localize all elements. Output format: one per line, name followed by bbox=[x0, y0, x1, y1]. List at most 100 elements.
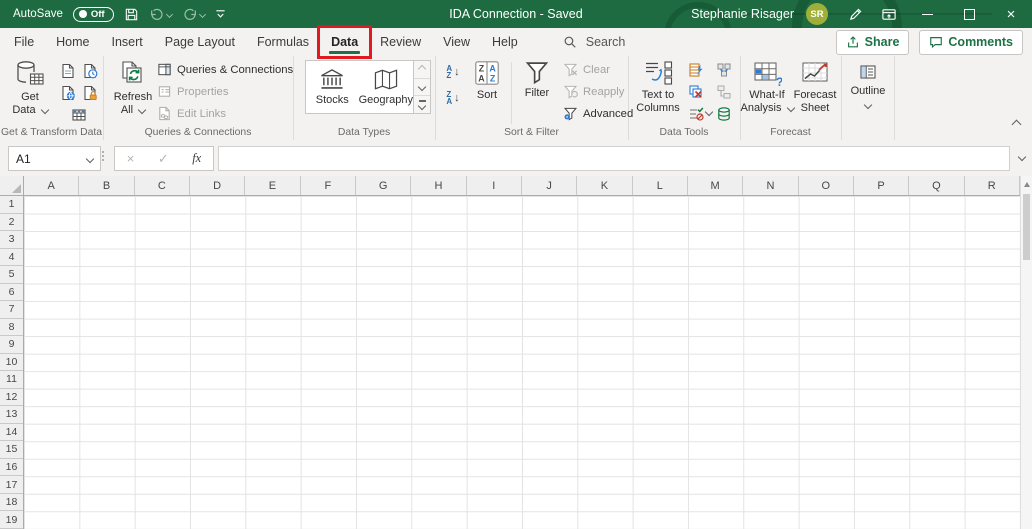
row-header-3[interactable]: 3 bbox=[0, 231, 23, 249]
row-header-5[interactable]: 5 bbox=[0, 266, 23, 284]
row-header-18[interactable]: 18 bbox=[0, 494, 23, 512]
column-header-D[interactable]: D bbox=[190, 176, 246, 195]
flash-fill-button[interactable] bbox=[686, 60, 706, 80]
name-box[interactable]: A1 bbox=[8, 146, 101, 171]
edit-links-button[interactable]: Edit Links bbox=[157, 106, 226, 121]
clear-filter-button[interactable]: Clear bbox=[563, 62, 610, 77]
row-header-16[interactable]: 16 bbox=[0, 459, 23, 477]
vertical-scrollbar[interactable] bbox=[1020, 176, 1032, 529]
get-data-button[interactable]: Get Data bbox=[6, 59, 54, 117]
properties-button[interactable]: Properties bbox=[157, 84, 229, 99]
consolidate-button[interactable] bbox=[714, 60, 734, 80]
column-header-R[interactable]: R bbox=[965, 176, 1020, 195]
row-header-13[interactable]: 13 bbox=[0, 406, 23, 424]
advanced-filter-button[interactable]: Advanced bbox=[563, 106, 633, 121]
search-box[interactable]: Search bbox=[563, 35, 625, 49]
cancel-button[interactable]: × bbox=[127, 151, 135, 166]
formula-bar-resizer[interactable] bbox=[102, 151, 104, 161]
row-header-8[interactable]: 8 bbox=[0, 319, 23, 337]
column-header-N[interactable]: N bbox=[743, 176, 799, 195]
collapse-ribbon-button[interactable] bbox=[1011, 115, 1022, 133]
column-header-C[interactable]: C bbox=[135, 176, 190, 195]
what-if-analysis-button[interactable]: ? What-If Analysis bbox=[740, 59, 795, 115]
user-name[interactable]: Stephanie Risager bbox=[691, 7, 794, 21]
column-header-A[interactable]: A bbox=[24, 176, 80, 195]
column-header-M[interactable]: M bbox=[688, 176, 744, 195]
row-header-11[interactable]: 11 bbox=[0, 371, 23, 389]
column-header-L[interactable]: L bbox=[633, 176, 688, 195]
tab-view[interactable]: View bbox=[432, 28, 481, 56]
scrollbar-thumb[interactable] bbox=[1023, 194, 1030, 260]
column-header-I[interactable]: I bbox=[467, 176, 522, 195]
cells-area[interactable] bbox=[24, 196, 1020, 529]
column-header-B[interactable]: B bbox=[79, 176, 135, 195]
tab-home[interactable]: Home bbox=[45, 28, 100, 56]
enter-button[interactable]: ✓ bbox=[158, 151, 169, 167]
column-header-H[interactable]: H bbox=[411, 176, 467, 195]
manage-data-model-button[interactable] bbox=[714, 104, 734, 124]
column-header-G[interactable]: G bbox=[356, 176, 412, 195]
redo-button[interactable] bbox=[182, 8, 206, 21]
gallery-more-button[interactable] bbox=[414, 96, 430, 113]
column-header-Q[interactable]: Q bbox=[909, 176, 965, 195]
row-header-10[interactable]: 10 bbox=[0, 354, 23, 372]
existing-connections-button[interactable] bbox=[80, 83, 100, 103]
row-header-4[interactable]: 4 bbox=[0, 249, 23, 267]
column-header-P[interactable]: P bbox=[854, 176, 910, 195]
undo-button[interactable] bbox=[149, 8, 173, 21]
tab-data[interactable]: Data bbox=[317, 25, 373, 59]
data-validation-dropdown-icon[interactable] bbox=[704, 107, 714, 117]
forecast-sheet-button[interactable]: Forecast Sheet bbox=[792, 59, 838, 115]
maximize-button[interactable] bbox=[948, 0, 990, 28]
row-header-19[interactable]: 19 bbox=[0, 511, 23, 529]
column-header-F[interactable]: F bbox=[301, 176, 356, 195]
refresh-all-button[interactable]: Refresh All bbox=[111, 59, 155, 117]
ribbon-display-options-button[interactable] bbox=[872, 0, 906, 28]
scroll-up-button[interactable] bbox=[1021, 176, 1032, 192]
tab-formulas[interactable]: Formulas bbox=[246, 28, 320, 56]
name-box-dropdown-icon[interactable] bbox=[85, 154, 95, 164]
avatar[interactable]: SR bbox=[806, 3, 828, 25]
tab-review[interactable]: Review bbox=[369, 28, 432, 56]
close-button[interactable]: × bbox=[990, 0, 1032, 28]
row-header-9[interactable]: 9 bbox=[0, 336, 23, 354]
row-header-14[interactable]: 14 bbox=[0, 424, 23, 442]
geography-data-type[interactable]: Geography bbox=[359, 61, 413, 113]
remove-duplicates-button[interactable] bbox=[686, 82, 706, 102]
queries-and-connections-button[interactable]: Queries & Connections bbox=[157, 62, 293, 77]
row-header-6[interactable]: 6 bbox=[0, 284, 23, 302]
tab-insert[interactable]: Insert bbox=[101, 28, 154, 56]
minimize-button[interactable] bbox=[906, 0, 948, 28]
from-web-button[interactable] bbox=[58, 83, 78, 103]
relationships-button[interactable] bbox=[714, 82, 734, 102]
row-header-17[interactable]: 17 bbox=[0, 476, 23, 494]
gallery-scroll-down-button[interactable] bbox=[414, 79, 430, 97]
tab-help[interactable]: Help bbox=[481, 28, 529, 56]
column-header-O[interactable]: O bbox=[799, 176, 854, 195]
row-header-12[interactable]: 12 bbox=[0, 389, 23, 407]
share-button[interactable]: Share bbox=[835, 29, 910, 55]
from-table-range-button[interactable] bbox=[69, 105, 89, 125]
editing-mode-button[interactable] bbox=[838, 0, 872, 28]
row-header-7[interactable]: 7 bbox=[0, 301, 23, 319]
select-all-button[interactable] bbox=[0, 176, 24, 196]
column-header-J[interactable]: J bbox=[522, 176, 578, 195]
stocks-data-type[interactable]: Stocks bbox=[306, 61, 359, 113]
column-header-E[interactable]: E bbox=[245, 176, 301, 195]
expand-formula-bar-icon[interactable] bbox=[1017, 152, 1027, 162]
insert-function-button[interactable]: fx bbox=[192, 151, 201, 166]
data-validation-button[interactable] bbox=[686, 104, 706, 124]
column-header-K[interactable]: K bbox=[577, 176, 633, 195]
gallery-scroll-up-button[interactable] bbox=[414, 61, 430, 79]
customize-quick-access-toolbar-button[interactable] bbox=[215, 9, 226, 19]
recent-sources-button[interactable] bbox=[80, 61, 100, 81]
sort-button[interactable]: Z A A Z Sort bbox=[467, 59, 507, 102]
text-to-columns-button[interactable]: Text to Columns bbox=[632, 59, 684, 115]
formula-input[interactable] bbox=[218, 146, 1010, 171]
reapply-filter-button[interactable]: Reapply bbox=[563, 84, 624, 99]
sort-descending-button[interactable]: ZA ↓ bbox=[441, 86, 465, 110]
comments-button[interactable]: Comments bbox=[919, 29, 1023, 55]
row-header-2[interactable]: 2 bbox=[0, 214, 23, 232]
tab-file[interactable]: File bbox=[3, 28, 45, 56]
tab-page-layout[interactable]: Page Layout bbox=[154, 28, 246, 56]
